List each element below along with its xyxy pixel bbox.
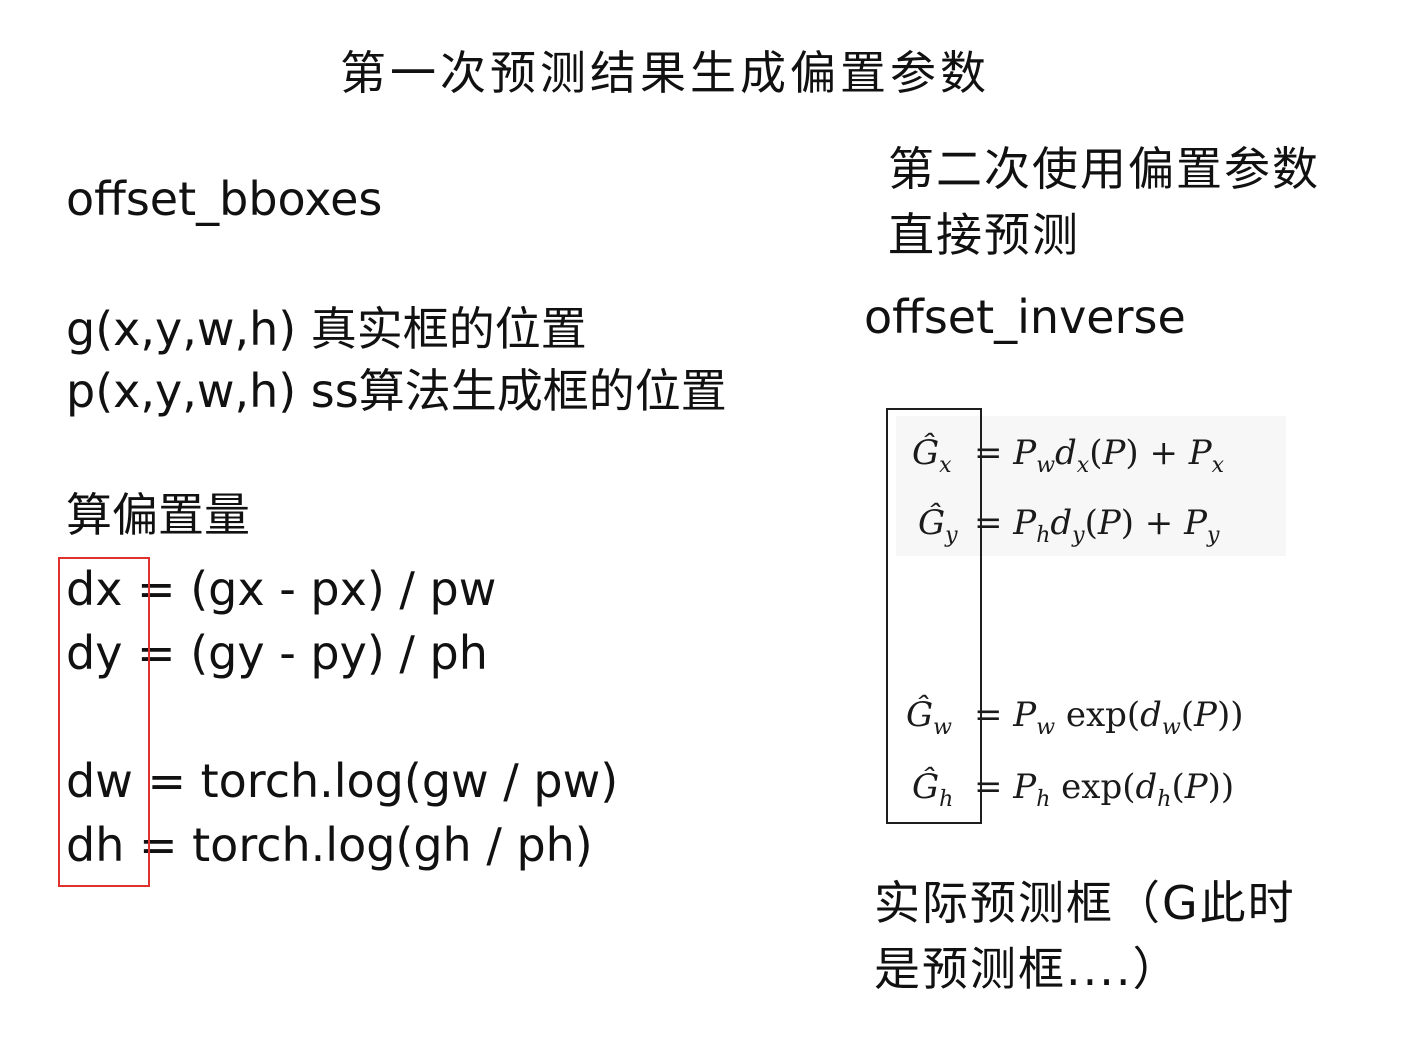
offset-bboxes-label: offset_bboxes (66, 172, 383, 226)
black-highlight-box (886, 408, 982, 824)
formula-gx-rhs: = Pwdx(P) + Px (974, 433, 1225, 478)
prediction-note-cont: 是预测框....） (874, 942, 1181, 996)
whiteboard-canvas: 第一次预测结果生成偏置参数 offset_bboxes g(x,y,w,h) 真… (0, 0, 1426, 1048)
second-step-heading: 第二次使用偏置参数 (888, 142, 1320, 196)
prediction-note: 实际预测框（G此时 (874, 876, 1296, 930)
offset-inverse-label: offset_inverse (864, 290, 1186, 344)
second-step-heading-cont: 直接预测 (888, 208, 1080, 262)
offset-section-heading: 算偏置量 (66, 488, 250, 542)
formula-gh-rhs: = Ph exp(dh(P)) (974, 767, 1235, 812)
formula-gy-rhs: = Phdy(P) + Py (974, 503, 1220, 548)
page-title: 第一次预测结果生成偏置参数 (340, 46, 990, 100)
red-highlight-box (58, 557, 150, 887)
g-definition: g(x,y,w,h) 真实框的位置 (66, 302, 587, 356)
formula-gw-rhs: = Pw exp(dw(P)) (974, 695, 1244, 740)
p-definition: p(x,y,w,h) ss算法生成框的位置 (66, 364, 727, 418)
